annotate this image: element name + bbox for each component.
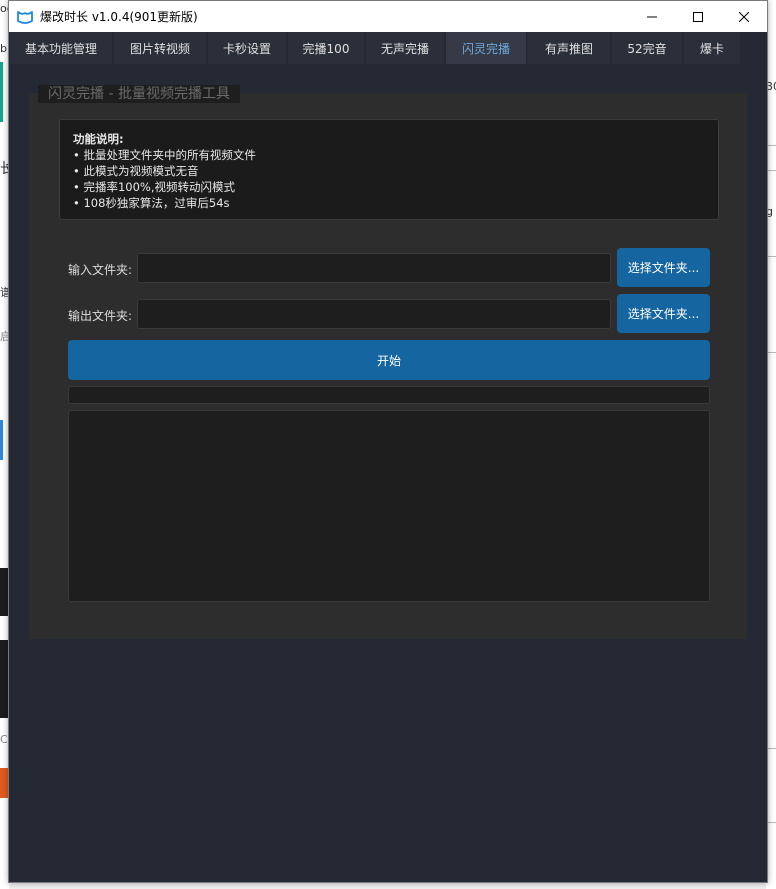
minimize-icon — [647, 16, 657, 17]
output-folder-label: 输出文件夹: — [68, 309, 133, 323]
tab-bar: 基本功能管理 图片转视频 卡秒设置 完播100 无声完播 闪灵完播 有声推图 5… — [9, 32, 767, 64]
output-folder-field[interactable] — [137, 299, 611, 329]
window-controls — [629, 1, 767, 32]
tab-basic-management[interactable]: 基本功能管理 — [10, 32, 112, 64]
tab-52-audio[interactable]: 52完音 — [612, 32, 682, 64]
tab-card-seconds[interactable]: 卡秒设置 — [208, 32, 286, 64]
minimize-button[interactable] — [629, 1, 675, 32]
tab-silent-completion[interactable]: 无声完播 — [366, 32, 444, 64]
description-line: • 此模式为视频模式无音 — [73, 164, 199, 178]
input-folder-browse-button[interactable]: 选择文件夹... — [617, 248, 710, 287]
tab-burst-card[interactable]: 爆卡 — [684, 32, 740, 64]
input-folder-label: 输入文件夹: — [68, 263, 133, 277]
description-line: • 完播率100%,视频转动闪模式 — [73, 180, 235, 194]
bg-accent-bar — [0, 420, 3, 460]
close-icon — [739, 11, 749, 22]
bg-accent-bar — [0, 62, 3, 122]
group-title: 闪灵完播 - 批量视频完播工具 — [38, 85, 240, 103]
description-line: • 批量处理文件夹中的所有视频文件 — [73, 148, 256, 162]
log-output[interactable] — [68, 410, 710, 602]
description-line: • 108秒独家算法，过审后54s — [73, 196, 230, 210]
window-title: 爆改时长 v1.0.4(901更新版) — [40, 10, 198, 24]
tab-flash-completion[interactable]: 闪灵完播 — [446, 32, 526, 64]
maximize-button[interactable] — [675, 1, 721, 32]
tab-sound-push[interactable]: 有声推图 — [528, 32, 610, 64]
progress-bar — [68, 386, 710, 404]
maximize-icon — [693, 11, 703, 22]
start-button[interactable]: 开始 — [68, 340, 710, 380]
output-folder-browse-button[interactable]: 选择文件夹... — [617, 294, 710, 333]
app-logo-icon — [17, 10, 33, 24]
description-heading: 功能说明: — [73, 132, 124, 146]
tab-image-to-video[interactable]: 图片转视频 — [114, 32, 206, 64]
title-bar[interactable]: 爆改时长 v1.0.4(901更新版) — [9, 1, 767, 32]
app-window: 爆改时长 v1.0.4(901更新版) 基本功能管理 图片转视频 卡秒设置 完播… — [8, 0, 768, 883]
close-button[interactable] — [721, 1, 767, 32]
description-box: 功能说明: • 批量处理文件夹中的所有视频文件 • 此模式为视频模式无音 • 完… — [59, 119, 719, 220]
input-folder-field[interactable] — [137, 253, 611, 283]
tab-completion-100[interactable]: 完播100 — [288, 32, 364, 64]
